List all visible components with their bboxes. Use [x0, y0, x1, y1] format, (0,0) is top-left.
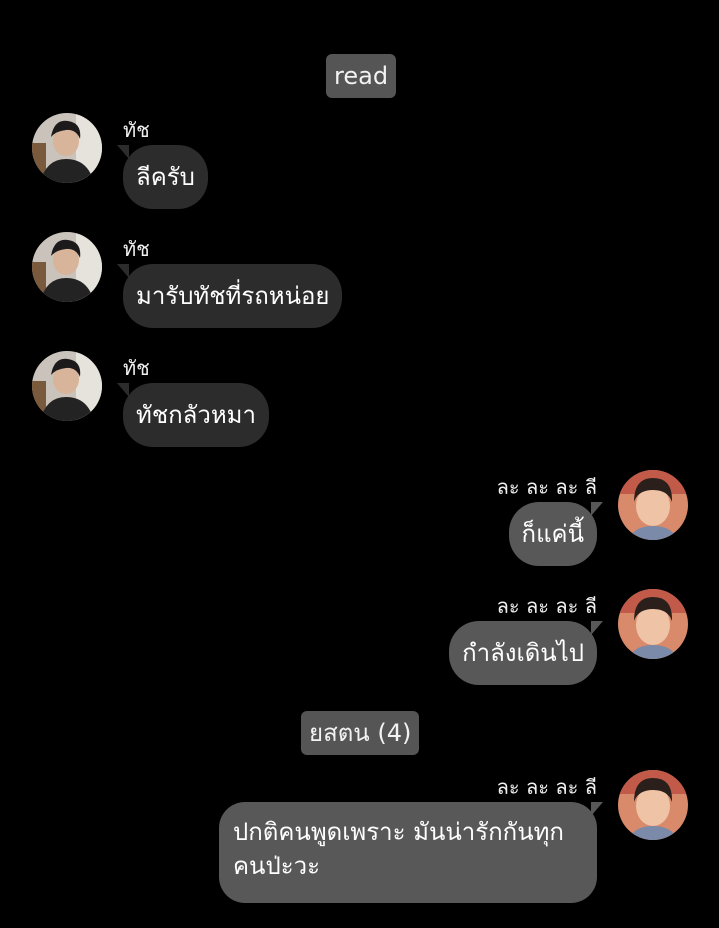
sender-avatar-tach[interactable] — [32, 232, 102, 302]
bubble-tail — [591, 502, 603, 516]
lee-avatar-image — [618, 589, 688, 659]
bubble-tail — [591, 621, 603, 635]
bubble-tail — [117, 145, 129, 159]
message-text: ทัชกลัวหมา — [136, 401, 256, 429]
tach-avatar-image — [32, 351, 102, 421]
message-text: ปกติคนพูดเพราะ มันน่ารักกันทุกคนป่ะวะ — [233, 818, 564, 880]
sender-name: ละ ละ ละ ลี — [496, 594, 597, 618]
message-text: มารับทัชที่รถหน่อย — [136, 282, 330, 310]
message-bubble-outgoing[interactable]: ก็แค่นี้ — [508, 502, 597, 566]
sender-name: ละ ละ ละ ลี — [496, 775, 597, 799]
lee-avatar-image — [618, 770, 688, 840]
message-bubble-outgoing[interactable]: ปกติคนพูดเพราะ มันน่ารักกันทุกคนป่ะวะ — [219, 802, 597, 903]
message-text: ลีครับ — [136, 163, 195, 191]
sender-name: ทัช — [123, 356, 150, 380]
message-text: ก็แค่นี้ — [521, 520, 584, 548]
group-status-chip: ยสตน (4) — [301, 711, 420, 755]
sender-name: ทัช — [123, 118, 150, 142]
sender-name: ละ ละ ละ ลี — [496, 475, 597, 499]
sender-avatar-tach[interactable] — [32, 351, 102, 421]
read-status-label: read — [334, 62, 389, 90]
sender-avatar-lee[interactable] — [618, 470, 688, 540]
group-status-label: ยสตน (4) — [309, 719, 412, 747]
message-bubble-incoming[interactable]: มารับทัชที่รถหน่อย — [123, 264, 343, 328]
read-status-chip: read — [326, 54, 397, 98]
sender-avatar-tach[interactable] — [32, 113, 102, 183]
message-bubble-incoming[interactable]: ลีครับ — [123, 145, 208, 209]
sender-name: ทัช — [123, 237, 150, 261]
lee-avatar-image — [618, 470, 688, 540]
bubble-tail — [117, 383, 129, 397]
tach-avatar-image — [32, 113, 102, 183]
message-text: กำลังเดินไป — [462, 639, 584, 667]
bubble-tail — [117, 264, 129, 278]
message-bubble-outgoing[interactable]: กำลังเดินไป — [449, 621, 597, 685]
message-bubble-incoming[interactable]: ทัชกลัวหมา — [123, 383, 269, 447]
tach-avatar-image — [32, 232, 102, 302]
sender-avatar-lee[interactable] — [618, 589, 688, 659]
sender-avatar-lee[interactable] — [618, 770, 688, 840]
